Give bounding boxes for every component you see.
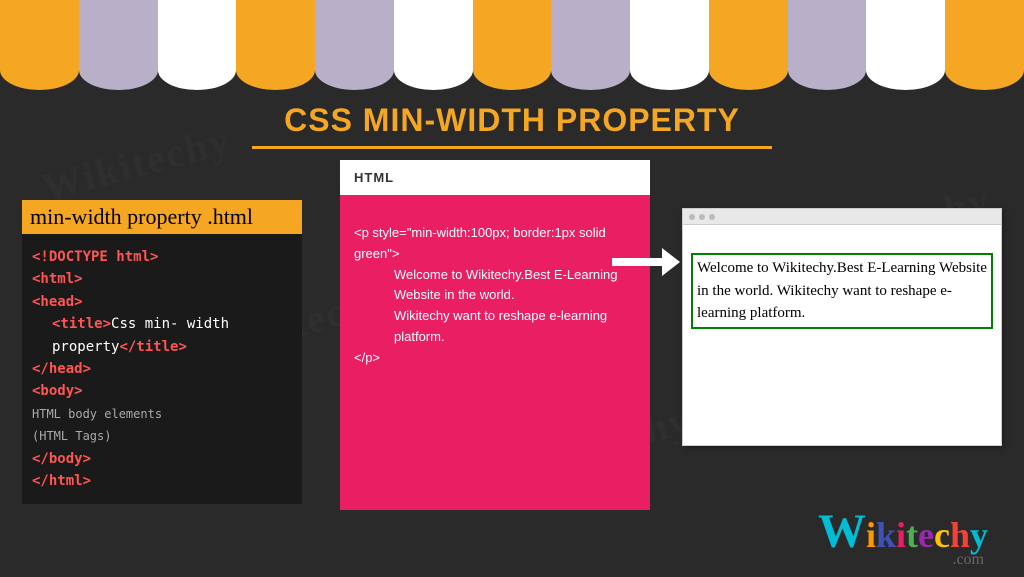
body-placeholder-2: (HTML Tags) bbox=[32, 429, 111, 443]
body-open-tag: <body> bbox=[32, 383, 83, 399]
logo-c: c bbox=[934, 515, 950, 555]
snippet-line-4: </p> bbox=[354, 348, 636, 369]
logo-y: y bbox=[970, 515, 988, 555]
title-close-tag: </title> bbox=[119, 339, 186, 355]
head-close-tag: </head> bbox=[32, 361, 91, 377]
logo-com: .com bbox=[952, 551, 984, 569]
awning-decoration bbox=[0, 0, 1024, 90]
snippet-line-2: Welcome to Wikitechy.Best E-Learning Web… bbox=[354, 265, 636, 307]
snippet-line-3: Wikitechy want to reshape e-learning pla… bbox=[354, 306, 636, 348]
head-open-tag: <head> bbox=[32, 294, 83, 310]
logo-w: W bbox=[818, 505, 866, 558]
source-code-panel: min-width property .html <!DOCTYPE html>… bbox=[22, 200, 302, 504]
logo-k: k bbox=[876, 515, 896, 555]
logo-i2: i bbox=[896, 515, 906, 555]
snippet-line-1: <p style="min-width:100px; border:1px so… bbox=[354, 223, 636, 265]
window-dot bbox=[689, 214, 695, 220]
body-placeholder-1: HTML body elements bbox=[32, 407, 162, 421]
html-close-tag: </html> bbox=[32, 473, 91, 489]
rendered-paragraph: Welcome to Wikitechy.Best E-Learning Web… bbox=[691, 253, 993, 329]
html-open-tag: <html> bbox=[32, 271, 83, 287]
doctype-tag: <!DOCTYPE html> bbox=[32, 249, 158, 265]
logo-e: e bbox=[918, 515, 934, 555]
logo-h: h bbox=[950, 515, 970, 555]
logo-t: t bbox=[906, 515, 918, 555]
html-snippet-panel: HTML <p style="min-width:100px; border:1… bbox=[340, 160, 650, 510]
browser-preview: Welcome to Wikitechy.Best E-Learning Web… bbox=[682, 208, 1002, 446]
window-dot bbox=[709, 214, 715, 220]
page-title: CSS MIN-WIDTH PROPERTY bbox=[284, 102, 740, 139]
title-underline bbox=[252, 146, 772, 149]
browser-viewport: Welcome to Wikitechy.Best E-Learning Web… bbox=[683, 225, 1001, 357]
html-panel-body: <p style="min-width:100px; border:1px so… bbox=[340, 195, 650, 397]
filename-label: min-width property .html bbox=[22, 200, 302, 234]
code-body: <!DOCTYPE html> <html> <head> <title>Css… bbox=[22, 234, 302, 504]
body-close-tag: </body> bbox=[32, 451, 91, 467]
html-panel-header: HTML bbox=[340, 160, 650, 195]
window-dot bbox=[699, 214, 705, 220]
logo-i: i bbox=[866, 515, 876, 555]
arrow-icon bbox=[612, 248, 680, 276]
title-open-tag: <title> bbox=[52, 316, 111, 332]
browser-titlebar bbox=[683, 209, 1001, 225]
